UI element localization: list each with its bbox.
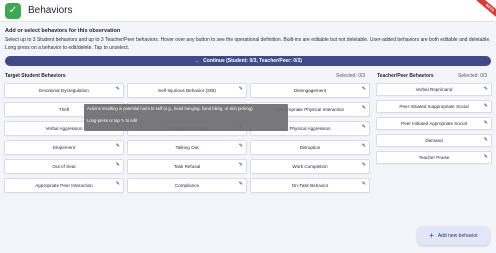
pencil-icon[interactable]: ✎ — [484, 137, 488, 143]
pencil-icon[interactable]: ✎ — [362, 105, 366, 111]
student-behavior-button[interactable]: Elopement ✎ — [4, 140, 124, 155]
behavior-label: Elopement — [53, 145, 75, 150]
pencil-icon[interactable]: ✎ — [239, 181, 243, 187]
pencil-icon[interactable]: ✎ — [239, 143, 243, 149]
student-behavior-button[interactable]: Emotional Dysregulation ✎ — [4, 83, 124, 98]
add-new-behavior-label: Add new behavior — [437, 232, 478, 239]
behavior-label: Task Refusal — [173, 164, 201, 169]
behavior-label: Appropriate Peer Interaction — [35, 183, 93, 188]
tooltip-hint: Long-press or tap ✎ to edit — [87, 118, 138, 123]
pencil-icon[interactable]: ✎ — [239, 162, 243, 168]
student-behavior-button[interactable]: Compliance ✎ — [127, 178, 247, 193]
student-behavior-button[interactable]: Talking Out ✎ — [127, 140, 247, 155]
teacher-behavior-button[interactable]: Verbal Reprimand ✎ — [376, 83, 492, 96]
teacher-behavior-list: Verbal Reprimand ✎ Peer Initiated Inapprop… — [376, 83, 492, 164]
teacher-behavior-button[interactable]: Demand ✎ — [376, 134, 492, 147]
behavior-label: Demand — [425, 138, 443, 143]
behavior-label: Self-Injurious Behavior (SIB) — [158, 88, 216, 93]
pencil-icon[interactable]: ✎ — [362, 143, 366, 149]
student-behavior-button[interactable]: Out of Seat ✎ — [4, 159, 124, 174]
behavior-label: Out of Seat — [52, 164, 76, 169]
instructions-text: Select up to 3 Student behaviors and up … — [5, 37, 491, 51]
behavior-label: On-Task Behavior — [291, 183, 329, 188]
pencil-icon[interactable]: ✎ — [484, 120, 488, 126]
student-behavior-button[interactable]: Work Completion ✎ — [250, 159, 370, 174]
student-selected-count: Selected: 0/3 — [336, 73, 366, 79]
behavior-label: Peer Initiated Appropriate Social — [401, 121, 467, 126]
behavior-label: Work Completion — [292, 164, 328, 169]
behavior-label: Emotional Dysregulation — [39, 88, 89, 93]
pencil-icon[interactable]: ✎ — [484, 103, 488, 109]
pencil-icon[interactable]: ✎ — [116, 143, 120, 149]
behavior-label: Teacher Praise — [418, 155, 450, 160]
teacher-behavior-button[interactable]: Peer Initiated Appropriate Social ✎ — [376, 117, 492, 130]
teacher-section-title: Teacher/Peer Behaviors — [377, 73, 434, 79]
behavior-label: Compliance — [174, 183, 200, 188]
behavior-definition-tooltip: Actions resulting in potential harm to s… — [84, 104, 288, 131]
page-heading: Add or select behaviors for this observa… — [5, 28, 121, 34]
teacher-behavior-button[interactable]: Teacher Praise ✎ — [376, 151, 492, 164]
behavior-label: Peer Initiated Inappropriate Social — [399, 104, 469, 109]
student-behavior-button[interactable]: On-Task Behavior ✎ — [250, 178, 370, 193]
behavior-label: Verbal Aggression — [45, 126, 83, 131]
continue-button-label: Continue (Student: 0/3, Teacher/Peer: 0/… — [203, 58, 302, 64]
pencil-icon[interactable]: ✎ — [116, 181, 120, 187]
behavior-label: Physical Aggression — [289, 126, 331, 131]
pencil-icon[interactable]: ✎ — [362, 86, 366, 92]
tooltip-definition: Actions resulting in potential harm to s… — [87, 106, 254, 111]
behavior-label: Disengagement — [293, 88, 327, 93]
pencil-icon[interactable]: ✎ — [116, 86, 120, 92]
pencil-icon[interactable]: ✎ — [484, 154, 488, 160]
pencil-icon[interactable]: ✎ — [116, 162, 120, 168]
pencil-icon[interactable]: ✎ — [362, 162, 366, 168]
continue-button[interactable]: → Continue (Student: 0/3, Teacher/Peer: … — [5, 56, 491, 66]
behavior-label: Talking Out — [175, 145, 199, 150]
pencil-icon[interactable]: ✎ — [239, 86, 243, 92]
beta-ribbon: BETA — [466, 0, 496, 22]
student-behavior-button[interactable]: Task Refusal ✎ — [127, 159, 247, 174]
add-new-behavior-button[interactable]: + Add new behavior — [417, 226, 490, 245]
app-logo-icon: ✓ — [5, 3, 21, 19]
behavior-label: Disruption — [299, 145, 321, 150]
teacher-selected-count: Selected: 0/3 — [458, 73, 488, 79]
beta-ribbon-label: BETA — [476, 0, 496, 20]
top-bar: ✓ Behaviors BETA — [0, 0, 496, 22]
pencil-icon[interactable]: ✎ — [484, 86, 488, 92]
pencil-icon[interactable]: ✎ — [362, 124, 366, 130]
student-behavior-button[interactable]: Disruption ✎ — [250, 140, 370, 155]
pencil-icon[interactable]: ✎ — [362, 181, 366, 187]
plus-icon: + — [429, 230, 434, 240]
behavior-label: Verbal Reprimand — [415, 87, 453, 92]
student-behavior-button[interactable]: Disengagement ✎ — [250, 83, 370, 98]
arrow-right-icon: → — [194, 58, 200, 64]
student-behavior-grid: Emotional Dysregulation ✎ Self-Injurious B… — [4, 83, 370, 193]
student-behavior-button[interactable]: Self-Injurious Behavior (SIB) ✎ — [127, 83, 247, 98]
student-behavior-button[interactable]: Appropriate Peer Interaction ✎ — [4, 178, 124, 193]
behavior-label: Theft — [58, 107, 70, 112]
teacher-behavior-button[interactable]: Peer Initiated Inappropriate Social ✎ — [376, 100, 492, 113]
app-title: Behaviors — [28, 5, 73, 16]
student-section-title: Target Student Behaviors — [5, 73, 66, 79]
